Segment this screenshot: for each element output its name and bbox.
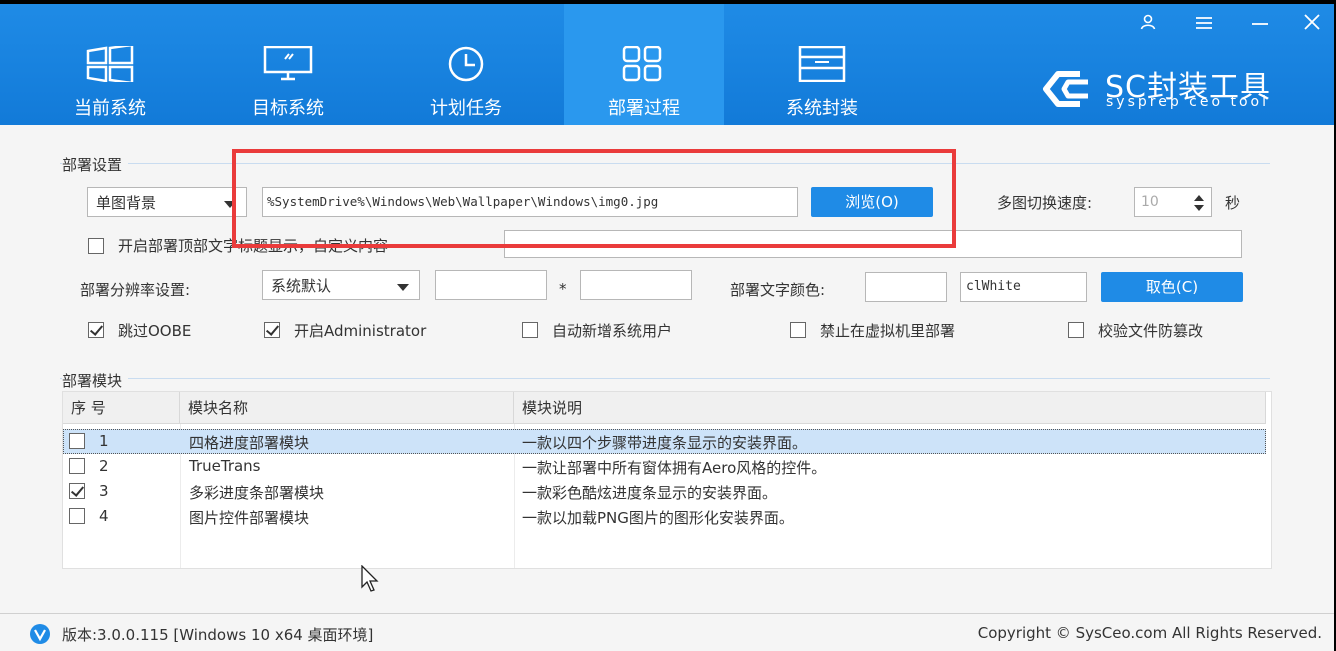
monitor-icon (263, 45, 313, 86)
text-color-name-input[interactable]: clWhite (960, 272, 1087, 302)
menu-icon (1195, 15, 1213, 34)
app-window: 当前系统 目标系统 计划任务 部署过程 系统封装 SC封装工具 sysprep … (0, 4, 1334, 651)
mouse-cursor-icon (360, 564, 382, 597)
no-vm-deploy-checkbox[interactable] (790, 322, 806, 338)
user-button[interactable] (1128, 10, 1168, 38)
drawer-icon (797, 45, 847, 86)
text-color-hex-input[interactable] (865, 272, 947, 302)
switch-speed-spinner[interactable]: 10 (1134, 187, 1212, 217)
enable-admin-checkbox[interactable] (264, 322, 280, 338)
module-desc: 一款彩色酷炫进度条显示的安装界面。 (522, 484, 778, 502)
module-desc: 一款让部署中所有窗体拥有Aero风格的控件。 (522, 459, 827, 477)
tab-current-system[interactable]: 当前系统 (30, 4, 190, 125)
column-header-no[interactable]: 序 号 (63, 392, 180, 424)
tab-label: 部署过程 (608, 98, 680, 119)
tab-label: 计划任务 (430, 98, 502, 119)
tab-deploy-process[interactable]: 部署过程 (564, 4, 724, 125)
no-vm-deploy-label: 禁止在虚拟机里部署 (820, 322, 956, 340)
module-name: 四格进度部署模块 (189, 434, 310, 452)
chevron-down-icon (397, 284, 409, 291)
auto-add-user-checkbox[interactable] (522, 322, 538, 338)
tab-label: 目标系统 (252, 98, 324, 119)
tab-label: 系统封装 (786, 98, 858, 119)
version-text: 版本:3.0.0.115 [Windows 10 x64 桌面环境] (62, 626, 374, 644)
spinner-arrows-icon[interactable] (1193, 192, 1205, 224)
resolution-select[interactable]: 系统默认 (262, 270, 420, 300)
table-row[interactable]: 3 多彩进度条部署模块 一款彩色酷炫进度条显示的安装界面。 (63, 479, 1266, 504)
resolution-width-input[interactable] (435, 270, 547, 300)
copyright-text: Copyright © SysCeo.com All Rights Reserv… (977, 624, 1322, 642)
brand-subtitle: sysprep ceo tool (1106, 94, 1269, 110)
background-mode-select[interactable]: 单图背景 (87, 187, 247, 217)
sc-logo-icon (1040, 68, 1100, 114)
enable-admin-label: 开启Administrator (294, 322, 427, 340)
auto-add-user-label: 自动新增系统用户 (552, 322, 673, 340)
resolution-value: 系统默认 (271, 277, 332, 295)
module-name: TrueTrans (189, 457, 261, 475)
module-desc: 一款以加载PNG图片的图形化安装界面。 (522, 509, 794, 527)
verify-files-label: 校验文件防篡改 (1098, 322, 1204, 340)
tab-scheduled-tasks[interactable]: 计划任务 (386, 4, 546, 125)
pick-color-button[interactable]: 取色(C) (1101, 272, 1243, 302)
version-badge-icon (29, 623, 51, 649)
column-header-name[interactable]: 模块名称 (180, 392, 514, 424)
module-checkbox[interactable] (69, 483, 85, 499)
highlight-box (232, 149, 956, 248)
close-button[interactable] (1292, 10, 1332, 38)
title-display-checkbox[interactable] (88, 238, 104, 254)
module-no: 2 (99, 457, 109, 475)
windows-logo-icon (85, 43, 135, 86)
resolution-height-input[interactable] (580, 270, 692, 300)
deploy-settings-title: 部署设置 (62, 154, 129, 175)
module-checkbox[interactable] (69, 458, 85, 474)
minimize-button[interactable] (1240, 10, 1280, 38)
resolution-times-sign: * (559, 280, 567, 298)
close-icon (1304, 14, 1320, 34)
resolution-label: 部署分辨率设置: (80, 281, 191, 299)
tab-label: 当前系统 (74, 98, 146, 119)
module-checkbox[interactable] (69, 508, 85, 524)
skip-oobe-checkbox[interactable] (88, 322, 104, 338)
status-bar: 版本:3.0.0.115 [Windows 10 x64 桌面环境] Copyr… (0, 613, 1334, 651)
section-divider (60, 378, 1270, 379)
module-name: 多彩进度条部署模块 (189, 484, 325, 502)
table-row[interactable]: 2 TrueTrans 一款让部署中所有窗体拥有Aero风格的控件。 (63, 454, 1266, 479)
seconds-label: 秒 (1225, 194, 1241, 212)
text-color-label: 部署文字颜色: (730, 281, 826, 299)
verify-files-checkbox[interactable] (1068, 322, 1084, 338)
tab-system-package[interactable]: 系统封装 (742, 4, 902, 125)
modules-title: 部署模块 (62, 370, 129, 391)
skip-oobe-label: 跳过OOBE (118, 322, 192, 340)
module-no: 4 (99, 507, 109, 525)
module-no: 1 (99, 432, 109, 450)
menu-button[interactable] (1184, 10, 1224, 38)
user-icon (1140, 14, 1156, 34)
module-name: 图片控件部署模块 (189, 509, 310, 527)
minimize-icon (1251, 15, 1269, 34)
switch-speed-label: 多图切换速度: (997, 194, 1093, 212)
switch-speed-value: 10 (1141, 194, 1159, 210)
background-mode-value: 单图背景 (96, 194, 157, 212)
tab-target-system[interactable]: 目标系统 (208, 4, 368, 125)
module-no: 3 (99, 482, 109, 500)
module-desc: 一款以四个步骤带进度条显示的安装界面。 (522, 434, 808, 452)
clock-icon (441, 46, 491, 86)
table-row[interactable]: 1 四格进度部署模块 一款以四个步骤带进度条显示的安装界面。 (63, 429, 1266, 454)
header-bar: 当前系统 目标系统 计划任务 部署过程 系统封装 SC封装工具 sysprep … (0, 4, 1334, 125)
modules-table: 序 号 模块名称 模块说明 1 四格进度部署模块 一款以四个步骤带进度条显示的安… (62, 391, 1272, 569)
column-header-desc[interactable]: 模块说明 (514, 392, 1266, 424)
module-checkbox[interactable] (69, 433, 85, 449)
table-row[interactable]: 4 图片控件部署模块 一款以加载PNG图片的图形化安装界面。 (63, 504, 1266, 529)
grid-icon (619, 45, 669, 86)
